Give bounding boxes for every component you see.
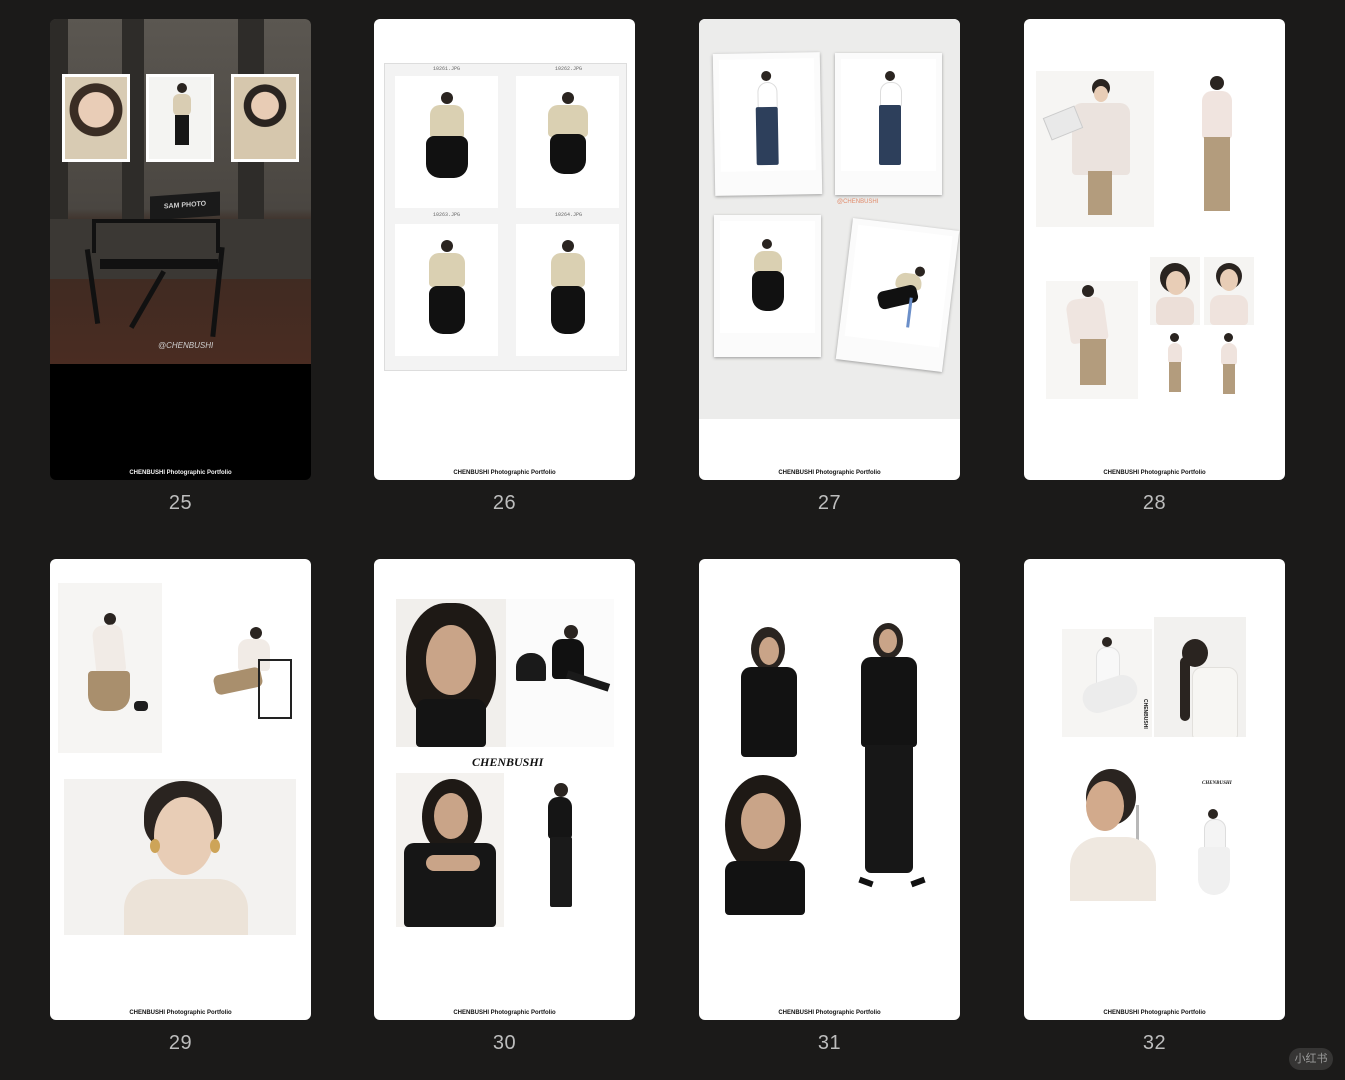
photo-standing (1174, 71, 1260, 237)
photo-reading (1036, 71, 1154, 227)
page-thumbnail-28[interactable]: CHENBUSHI Photographic Portfolio (1024, 19, 1285, 480)
brand-small: CHENBUSHI (1202, 781, 1232, 786)
page-number: 28 (1142, 492, 1167, 514)
photo-portrait-a (1150, 257, 1200, 325)
photo-mini-b (1214, 331, 1244, 399)
page-thumbnail-30[interactable]: CHENBUSHI CHENBUSHI Photographic Portfol… (374, 559, 635, 1020)
photo-seated-chair (184, 619, 298, 753)
page-number: 27 (817, 492, 842, 514)
chair-text: SAM PHOTO (163, 200, 207, 211)
photo-walking (1046, 281, 1138, 399)
page-thumbnail-29[interactable]: CHENBUSHI Photographic Portfolio (50, 559, 311, 1020)
page-number: 30 (492, 1032, 517, 1054)
page-thumbnail-31[interactable]: CHENBUSHI Photographic Portfolio (699, 559, 960, 1020)
page-thumbnail-27[interactable]: @CHENBUSHI CHENBUSHI Photographic Portfo… (699, 19, 960, 480)
side-vertical-text: CHENBUSHI (1142, 699, 1148, 729)
photo-closeup-portrait (64, 779, 296, 935)
photo-walking (58, 583, 162, 753)
photo-seated-black (506, 599, 614, 747)
page-footer: CHENBUSHI Photographic Portfolio (778, 470, 881, 476)
page-number: 25 (168, 492, 193, 514)
page-number: 32 (1142, 1032, 1167, 1054)
page-footer: CHENBUSHI Photographic Portfolio (453, 1010, 556, 1016)
photo-white-dress-walk (1062, 629, 1152, 737)
page-footer: CHENBUSHI Photographic Portfolio (129, 1010, 232, 1016)
watermark-badge: 小红书 (1289, 1048, 1333, 1070)
photo-curly-closeup (715, 769, 817, 915)
studio-scene-photo: SAM PHOTO @CHENBUSHI (50, 19, 311, 364)
file-label: 10263.JPG (433, 212, 461, 218)
photo-full-dress (831, 617, 955, 915)
brand-title: CHENBUSHI (472, 755, 544, 769)
file-label: 10261.JPG (433, 66, 461, 72)
page-thumbnail-26[interactable]: 10261.JPG 10262.JPG 10263.JPG 10264.JPG … (374, 19, 635, 480)
page-number: 31 (817, 1032, 842, 1054)
photo-curly-hug (396, 773, 504, 927)
page-thumbnail-25[interactable]: SAM PHOTO @CHENBUSHI CHENBUSHI Photograp… (50, 19, 311, 480)
photo-arms-crossed (727, 621, 809, 759)
photo-standing-black (506, 773, 614, 927)
page-number: 29 (168, 1032, 193, 1054)
page-footer: CHENBUSHI Photographic Portfolio (1103, 1010, 1206, 1016)
photo-mini-a (1160, 331, 1190, 399)
handwritten-tag: @CHENBUSHI (837, 199, 879, 205)
page-footer: CHENBUSHI Photographic Portfolio (453, 470, 556, 476)
photo-curly-portrait (396, 599, 506, 747)
page-number: 26 (492, 492, 517, 514)
page-thumbnail-32[interactable]: CHENBUSHI CHENBUSHI CHENBUSHI Photograph… (1024, 559, 1285, 1020)
page-footer: CHENBUSHI Photographic Portfolio (1103, 470, 1206, 476)
polaroid-spread: @CHENBUSHI (699, 19, 960, 419)
photo-earring-portrait (1062, 765, 1162, 901)
chair-caption: @CHENBUSHI (158, 341, 214, 350)
file-label: 10262.JPG (555, 66, 583, 72)
photo-portrait-b (1204, 257, 1254, 325)
photo-braid-profile (1154, 617, 1246, 737)
contact-sheet: 10261.JPG 10262.JPG 10263.JPG 10264.JPG (384, 63, 627, 371)
page-footer: CHENBUSHI Photographic Portfolio (778, 1010, 881, 1016)
photo-white-gown (1184, 803, 1246, 901)
page-footer: CHENBUSHI Photographic Portfolio (129, 470, 232, 476)
file-label: 10264.JPG (555, 212, 583, 218)
